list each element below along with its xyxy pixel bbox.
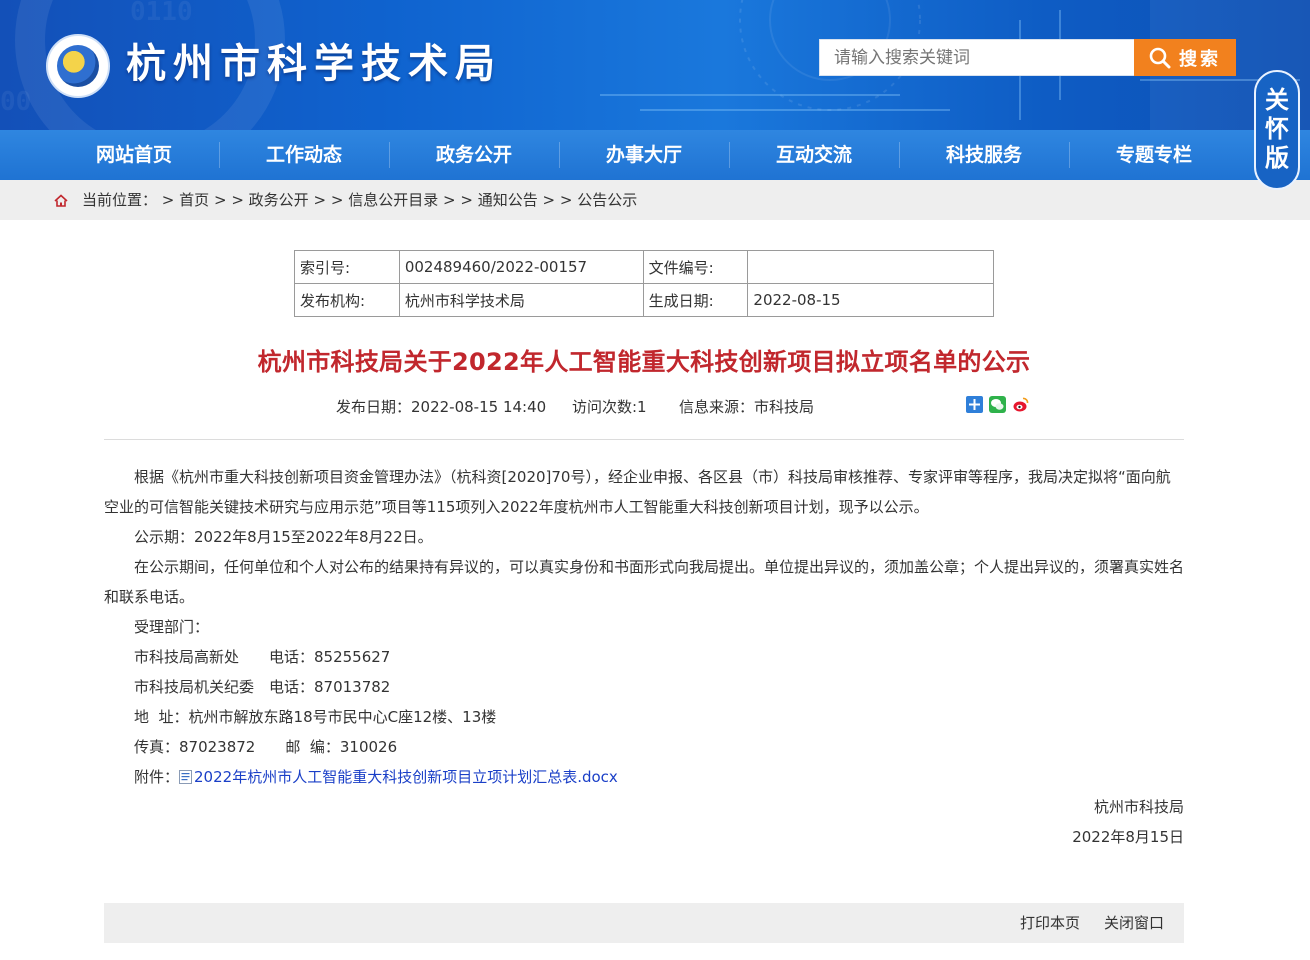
- search-button[interactable]: 搜索: [1134, 39, 1236, 76]
- print-page-button[interactable]: 打印本页: [1020, 903, 1080, 943]
- info-source: 信息来源：市科技局: [679, 398, 815, 416]
- divider: [104, 439, 1184, 440]
- care-mode-button[interactable]: 关 怀 版: [1254, 70, 1300, 190]
- share-bar: [966, 396, 1029, 413]
- org-value: 杭州市科学技术局: [398, 283, 644, 317]
- breadcrumb-separator: >: [442, 191, 456, 209]
- breadcrumb-separator: >: [542, 191, 556, 209]
- home-icon: [54, 194, 68, 207]
- nav-item-tech-service[interactable]: 科技服务: [899, 130, 1069, 180]
- document-info-table: 索引号: 002489460/2022-00157 文件编号: 发布机构: 杭州…: [294, 250, 994, 317]
- nav-item-interaction[interactable]: 互动交流: [729, 130, 899, 180]
- paragraph: 公示期：2022年8月15至2022年8月22日。: [134, 528, 433, 546]
- signature: 杭州市科技局: [1093, 798, 1184, 816]
- org-label: 发布机构:: [294, 283, 400, 317]
- site-name: 杭州市科学技术局: [126, 41, 502, 87]
- paragraph: 在公示期间，任何单位和个人对公布的结果持有异议的，可以真实身份和书面形式向我局提…: [104, 558, 1185, 606]
- breadcrumb-link-announcements[interactable]: 公告公示: [577, 191, 637, 209]
- nav-item-home[interactable]: 网站首页: [49, 130, 219, 180]
- header-banner: 00 0110 杭州市科学技术局 搜索: [0, 0, 1310, 130]
- search-icon: [1149, 47, 1171, 68]
- date-value: 2022-08-15: [747, 283, 994, 317]
- breadcrumb-separator: >: [213, 191, 227, 209]
- address-line: 地 址：杭州市解放东路18号市民中心C座12楼、13楼: [134, 708, 497, 726]
- breadcrumb-separator: >: [231, 191, 244, 209]
- docno-label: 文件编号:: [642, 250, 749, 284]
- search-button-label: 搜索: [1179, 48, 1221, 70]
- nav-item-special-topics[interactable]: 专题专栏: [1069, 130, 1239, 180]
- breadcrumb-separator: >: [330, 191, 344, 209]
- contact-dept-heading: 受理部门：: [134, 618, 210, 636]
- close-window-button[interactable]: 关闭窗口: [1104, 903, 1164, 943]
- nav-item-service-hall[interactable]: 办事大厅: [559, 130, 729, 180]
- share-plus-icon[interactable]: [966, 396, 983, 413]
- attachment-label: 附件：: [134, 768, 180, 786]
- breadcrumb-separator: >: [460, 191, 473, 209]
- main-nav: 网站首页 工作动态 政务公开 办事大厅 互动交流 科技服务 专题专栏: [0, 130, 1310, 180]
- care-mode-char: 怀: [1265, 115, 1289, 143]
- table-row: 发布机构: 杭州市科学技术局 生成日期: 2022-08-15: [294, 283, 994, 317]
- table-row: 索引号: 002489460/2022-00157 文件编号:: [294, 250, 994, 284]
- breadcrumb-link-notices[interactable]: 通知公告: [478, 191, 538, 209]
- contact-line: 市科技局机关纪委 电话：87013782: [134, 678, 391, 696]
- breadcrumb-link-home[interactable]: 首页: [179, 191, 209, 209]
- docx-file-icon: [179, 770, 193, 784]
- breadcrumb-link-gov-open[interactable]: 政务公开: [249, 191, 309, 209]
- breadcrumb-link-info-catalog[interactable]: 信息公开目录: [348, 191, 438, 209]
- breadcrumb-separator: >: [161, 191, 175, 209]
- visit-count: 访问次数:1: [572, 398, 647, 416]
- breadcrumb-separator: >: [313, 191, 327, 209]
- svg-text:00: 00: [0, 87, 31, 117]
- article-footer-bar: 打印本页 关闭窗口: [104, 903, 1184, 943]
- breadcrumb-prefix: 当前位置：: [82, 191, 158, 209]
- wechat-icon[interactable]: [989, 396, 1006, 413]
- date-label: 生成日期:: [642, 283, 749, 317]
- breadcrumb-bar: 当前位置： > 首页 > > 政务公开 > > 信息公开目录 > > 通知公告 …: [0, 180, 1310, 220]
- attachment-line: 附件： 2022年杭州市人工智能重大科技创新项目立项计划汇总表.docx: [104, 762, 1184, 792]
- nav-item-gov-open[interactable]: 政务公开: [389, 130, 559, 180]
- care-mode-char: 关: [1265, 86, 1289, 114]
- weibo-icon[interactable]: [1012, 396, 1029, 413]
- fax-postcode-line: 传真：87023872 邮 编：310026: [134, 738, 398, 756]
- care-mode-char: 版: [1265, 144, 1289, 172]
- attachment-link[interactable]: 2022年杭州市人工智能重大科技创新项目立项计划汇总表.docx: [194, 768, 618, 786]
- paragraph: 根据《杭州市重大科技创新项目资金管理办法》（杭科资[2020]70号），经企业申…: [104, 468, 1171, 516]
- site-logo[interactable]: [46, 34, 110, 98]
- search-input[interactable]: [819, 39, 1135, 76]
- contact-line: 市科技局高新处 电话：85255627: [134, 648, 391, 666]
- index-label: 索引号:: [294, 250, 400, 284]
- article-title: 杭州市科技局关于2022年人工智能重大科技创新项目拟立项名单的公示: [257, 348, 1031, 376]
- publish-date: 发布日期：2022-08-15 14:40: [336, 398, 547, 416]
- docno-value: [747, 250, 994, 284]
- breadcrumb: 当前位置： > 首页 > > 政务公开 > > 信息公开目录 > > 通知公告 …: [54, 180, 637, 220]
- svg-text:0110: 0110: [130, 0, 193, 27]
- breadcrumb-separator: >: [559, 191, 573, 209]
- article-body: 根据《杭州市重大科技创新项目资金管理办法》（杭科资[2020]70号），经企业申…: [104, 462, 1184, 852]
- nav-item-work-news[interactable]: 工作动态: [219, 130, 389, 180]
- signature-date: 2022年8月15日: [1072, 828, 1184, 846]
- index-value: 002489460/2022-00157: [398, 250, 644, 284]
